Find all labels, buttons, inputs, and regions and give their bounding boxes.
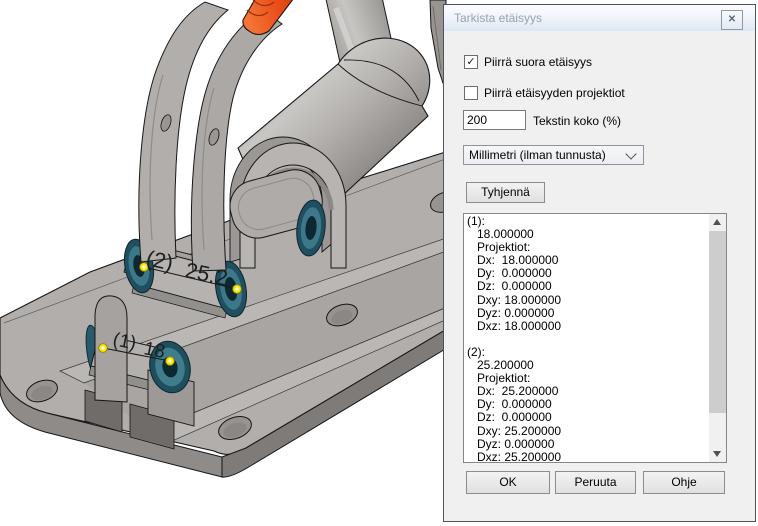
results-text: (1): 18.000000 Projektiot: Dx: 18.000000… [467, 215, 708, 461]
dialog-title: Tarkista etäisyys [454, 11, 542, 25]
unit-dropdown-value: Millimetri (ilman tunnusta) [469, 148, 606, 162]
checkbox-draw-straight[interactable]: ✓ [464, 55, 478, 69]
check-distance-dialog: Tarkista etäisyys ✕ ✓ Piirrä suora etäis… [443, 4, 756, 522]
help-button[interactable]: Ohje [643, 471, 725, 494]
ok-button[interactable]: OK [466, 471, 550, 494]
checkbox-draw-projections[interactable] [464, 86, 478, 100]
results-scrollbar[interactable] [709, 214, 726, 462]
checkbox-draw-straight-label[interactable]: Piirrä suora etäisyys [484, 55, 592, 69]
measure-label-1-value: 18 [142, 338, 167, 363]
text-size-label: Tekstin koko (%) [533, 114, 621, 128]
scroll-up-icon [713, 219, 721, 225]
scrollbar-thumb[interactable] [709, 231, 726, 413]
cancel-button[interactable]: Peruuta [555, 471, 636, 494]
measure-label-1-id: (1) [111, 329, 138, 354]
dialog-titlebar[interactable]: Tarkista etäisyys ✕ [444, 5, 755, 31]
app-window: (2) 25.2 (1) 18 Tarkista etäisyys ✕ ✓ Pi… [0, 0, 758, 526]
scroll-down-icon [713, 451, 721, 457]
scroll-up-button[interactable] [709, 214, 726, 230]
handle-grip[interactable] [243, 0, 310, 35]
scroll-down-button[interactable] [709, 446, 726, 462]
chevron-down-icon [625, 148, 636, 159]
close-icon[interactable]: ✕ [721, 10, 743, 30]
clear-button[interactable]: Tyhjennä [466, 182, 545, 203]
checkbox-draw-projections-label[interactable]: Piirrä etäisyyden projektiot [484, 86, 625, 100]
results-box[interactable]: (1): 18.000000 Projektiot: Dx: 18.000000… [463, 213, 727, 463]
text-size-input[interactable] [463, 110, 526, 130]
unit-dropdown[interactable]: Millimetri (ilman tunnusta) [463, 145, 644, 165]
